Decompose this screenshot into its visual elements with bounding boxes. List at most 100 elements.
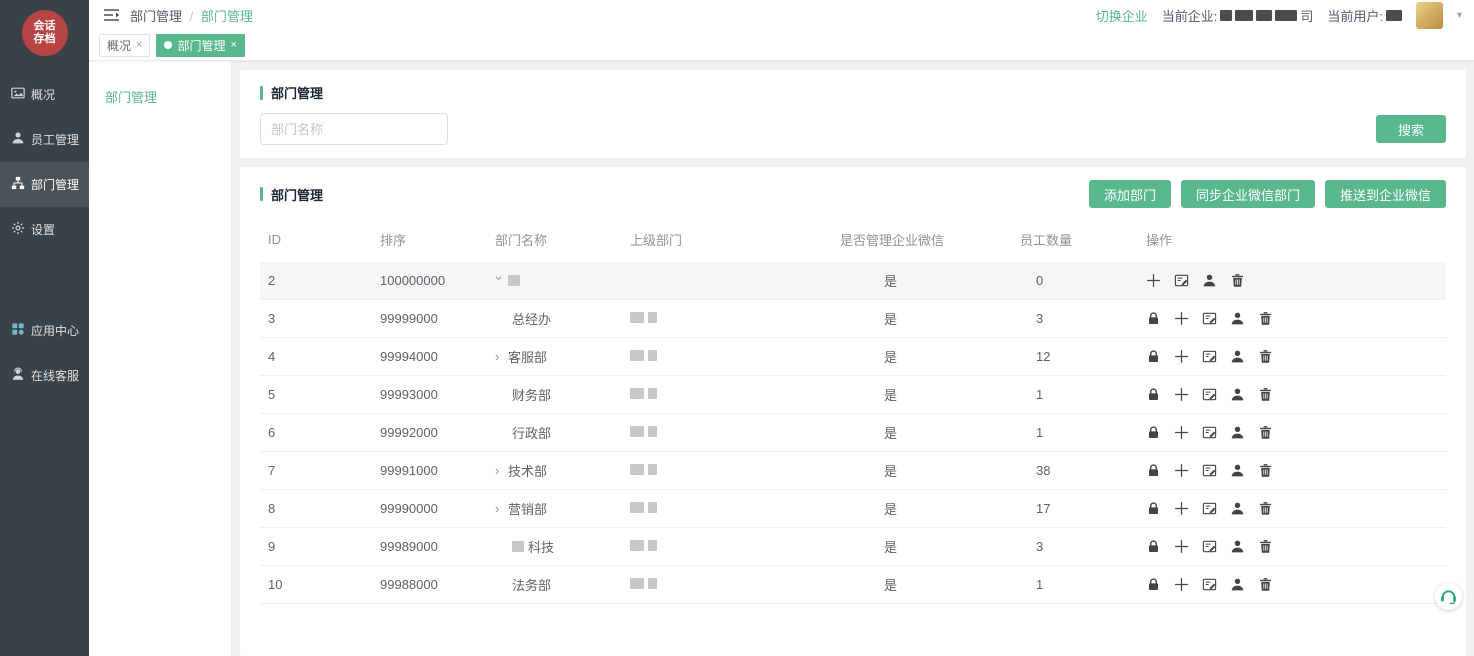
add-department-button[interactable]: 添加部门 (1089, 180, 1171, 208)
edit-icon[interactable] (1202, 463, 1217, 478)
cell-id: 8 (260, 490, 380, 528)
trash-icon[interactable] (1230, 273, 1245, 288)
trash-icon[interactable] (1258, 463, 1273, 478)
cell-sort: 100000000 (380, 262, 495, 300)
user-avatar[interactable] (1416, 2, 1443, 29)
trash-icon[interactable] (1258, 387, 1273, 402)
lock-icon[interactable] (1146, 577, 1161, 592)
customer-service-float-button[interactable] (1435, 583, 1462, 610)
close-icon[interactable]: × (136, 39, 142, 51)
cell-parent-department (630, 452, 840, 490)
row-operations (1146, 463, 1446, 478)
departments-icon (11, 176, 25, 193)
sync-wecom-departments-button[interactable]: 同步企业微信部门 (1181, 180, 1315, 208)
filter-card: 部门管理 搜索 (240, 70, 1466, 158)
cell-operations (1146, 528, 1446, 566)
tab-department-management[interactable]: 部门管理 × (156, 34, 244, 57)
expand-chevron-icon[interactable]: › (495, 464, 504, 477)
main-content: 部门管理 搜索 部门管理 (231, 61, 1474, 656)
breadcrumb-root[interactable]: 部门管理 (130, 9, 182, 24)
plus-icon[interactable] (1174, 577, 1189, 592)
cell-parent-department (630, 262, 840, 300)
trash-icon[interactable] (1258, 577, 1273, 592)
trash-icon[interactable] (1258, 501, 1273, 516)
cell-sort: 99994000 (380, 338, 495, 376)
subnav-item-department-management[interactable]: 部门管理 (105, 87, 231, 106)
edit-icon[interactable] (1202, 577, 1217, 592)
close-icon[interactable]: × (230, 39, 236, 51)
search-button[interactable]: 搜索 (1376, 115, 1446, 143)
sidebar-item-settings[interactable]: 设置 (0, 207, 89, 252)
edit-icon[interactable] (1174, 273, 1189, 288)
user-icon[interactable] (1230, 387, 1245, 402)
main-sidebar: 会话 存档 概况 员工管理 部门管理 设置 (0, 0, 89, 656)
department-name-input[interactable] (260, 113, 448, 145)
lock-icon[interactable] (1146, 501, 1161, 516)
sidebar-item-overview[interactable]: 概况 (0, 72, 89, 117)
collapse-menu-icon[interactable] (103, 8, 120, 22)
sidebar-item-departments[interactable]: 部门管理 (0, 162, 89, 207)
edit-icon[interactable] (1202, 425, 1217, 440)
cell-department-name: 总经办 (495, 300, 630, 338)
sidebar-item-employees[interactable]: 员工管理 (0, 117, 89, 162)
lock-icon[interactable] (1146, 539, 1161, 554)
row-operations (1146, 425, 1446, 440)
expand-chevron-icon[interactable]: › (495, 502, 504, 515)
edit-icon[interactable] (1202, 311, 1217, 326)
user-icon[interactable] (1230, 539, 1245, 554)
cell-parent-department (630, 376, 840, 414)
user-icon[interactable] (1230, 311, 1245, 326)
lock-icon[interactable] (1146, 425, 1161, 440)
plus-icon[interactable] (1146, 273, 1161, 288)
plus-icon[interactable] (1174, 311, 1189, 326)
collapse-chevron-icon[interactable]: › (493, 276, 506, 285)
cell-department-name: ›技术部 (495, 452, 630, 490)
plus-icon[interactable] (1174, 387, 1189, 402)
department-table-card: 部门管理 添加部门 同步企业微信部门 推送到企业微信 (240, 167, 1466, 656)
department-name-text: 财务部 (512, 385, 551, 404)
edit-icon[interactable] (1202, 387, 1217, 402)
edit-icon[interactable] (1202, 501, 1217, 516)
app-logo-circle: 会话 存档 (22, 10, 68, 56)
user-icon[interactable] (1230, 349, 1245, 364)
plus-icon[interactable] (1174, 425, 1189, 440)
user-icon[interactable] (1230, 425, 1245, 440)
plus-icon[interactable] (1174, 463, 1189, 478)
cell-parent-department (630, 300, 840, 338)
user-icon[interactable] (1230, 501, 1245, 516)
trash-icon[interactable] (1258, 425, 1273, 440)
expand-chevron-icon[interactable]: › (495, 350, 504, 363)
table-row: 399999000总经办是3 (260, 300, 1446, 338)
sidebar-item-apps[interactable]: 应用中心 (0, 308, 89, 353)
plus-icon[interactable] (1174, 501, 1189, 516)
tab-overview[interactable]: 概况 × (99, 34, 150, 57)
user-menu-chevron-down-icon[interactable]: ▾ (1457, 10, 1462, 21)
cell-department-name: 财务部 (495, 376, 630, 414)
cell-sort: 99991000 (380, 452, 495, 490)
edit-icon[interactable] (1202, 349, 1217, 364)
lock-icon[interactable] (1146, 463, 1161, 478)
plus-icon[interactable] (1174, 539, 1189, 554)
user-icon[interactable] (1202, 273, 1217, 288)
lock-icon[interactable] (1146, 387, 1161, 402)
sidebar-item-online-service[interactable]: 在线客服 (0, 353, 89, 398)
department-name-text: 行政部 (512, 423, 551, 442)
breadcrumb-current: 部门管理 (201, 9, 253, 24)
table-row: 999989000科技是3 (260, 528, 1446, 566)
edit-icon[interactable] (1202, 539, 1217, 554)
cell-department-name: ›营销部 (495, 490, 630, 528)
headset-icon (1439, 587, 1458, 606)
user-icon[interactable] (1230, 577, 1245, 592)
trash-icon[interactable] (1258, 349, 1273, 364)
lock-icon[interactable] (1146, 311, 1161, 326)
trash-icon[interactable] (1258, 539, 1273, 554)
lock-icon[interactable] (1146, 349, 1161, 364)
cell-employee-count: 1 (1020, 566, 1146, 604)
push-to-wecom-button[interactable]: 推送到企业微信 (1325, 180, 1446, 208)
trash-icon[interactable] (1258, 311, 1273, 326)
switch-company-link[interactable]: 切换企业 (1096, 6, 1148, 25)
cell-sort: 99992000 (380, 414, 495, 452)
user-icon[interactable] (1230, 463, 1245, 478)
current-company-suffix: 司 (1300, 6, 1313, 25)
plus-icon[interactable] (1174, 349, 1189, 364)
